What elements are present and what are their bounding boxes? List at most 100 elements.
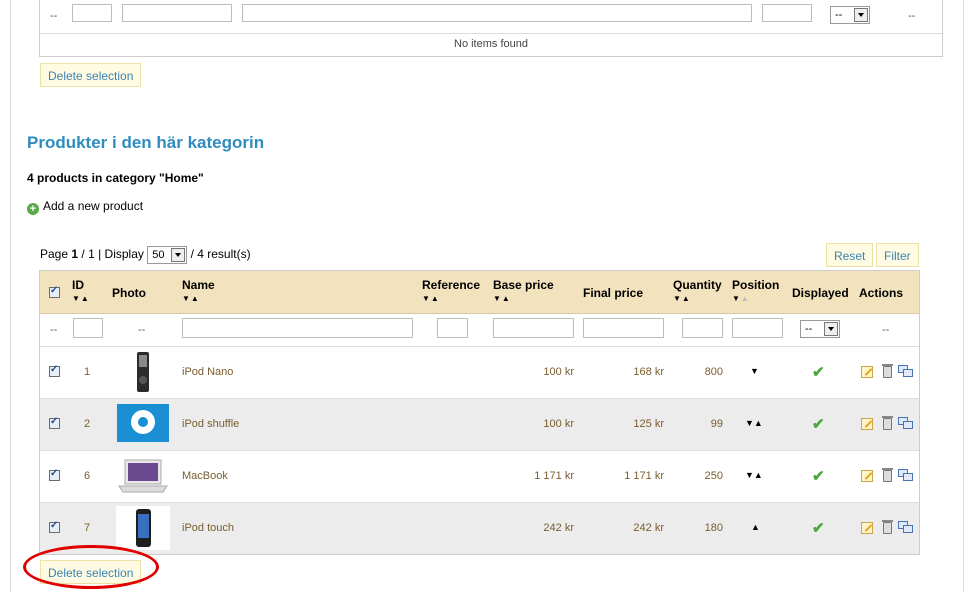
duplicate-icon[interactable] bbox=[898, 365, 913, 377]
column-displayed: Displayed bbox=[792, 286, 849, 300]
filter-reference-input[interactable] bbox=[437, 318, 468, 338]
product-quantity: 99 bbox=[710, 418, 723, 430]
sort-reference-arrows[interactable]: ▼▲ bbox=[422, 294, 440, 303]
delete-selection-button-top[interactable]: Delete selection bbox=[40, 63, 142, 87]
per-page-value: 50 bbox=[152, 249, 165, 261]
check-icon[interactable]: ✔ bbox=[812, 467, 825, 485]
filter-dash: -- bbox=[908, 10, 916, 22]
row-checkbox[interactable] bbox=[49, 468, 60, 481]
highlight-circle bbox=[23, 545, 159, 589]
edit-icon[interactable] bbox=[861, 418, 873, 430]
per-page-select[interactable]: 50 bbox=[147, 246, 188, 264]
product-photo-ipod-nano bbox=[137, 352, 149, 392]
filter-displayed-value: -- bbox=[805, 323, 813, 335]
product-photo-ipod-touch bbox=[116, 506, 170, 550]
trash-icon[interactable] bbox=[882, 364, 893, 378]
product-final-price: 168 kr bbox=[633, 366, 664, 378]
product-photo-macbook bbox=[118, 459, 168, 493]
product-name-link[interactable]: iPod shuffle bbox=[182, 418, 239, 430]
add-product-link[interactable]: + Add a new product bbox=[27, 199, 143, 215]
table-row[interactable]: 1 iPod Nano 100 kr 168 kr 800 ▼ ✔ bbox=[40, 347, 919, 399]
product-name-link[interactable]: MacBook bbox=[182, 470, 228, 482]
filter-name-input[interactable] bbox=[182, 318, 413, 338]
product-base-price: 100 kr bbox=[543, 418, 574, 430]
table-row[interactable]: 6 MacBook 1 171 kr 1 171 kr 250 ▼▲ ✔ bbox=[40, 451, 919, 503]
section-title: Produkter i den här kategorin bbox=[27, 133, 265, 152]
position-arrows[interactable]: ▼ bbox=[750, 366, 759, 376]
page-label: Page bbox=[40, 247, 69, 262]
check-icon[interactable]: ✔ bbox=[812, 363, 825, 381]
filter-base-price-input[interactable] bbox=[493, 318, 574, 338]
edit-icon[interactable] bbox=[861, 470, 873, 482]
page-current: 1 bbox=[71, 247, 79, 262]
product-base-price: 242 kr bbox=[543, 522, 574, 534]
filter-button[interactable]: Filter bbox=[876, 243, 919, 267]
filter-position-input[interactable] bbox=[732, 318, 783, 338]
filter-dash: -- bbox=[50, 10, 58, 22]
filter-status-select[interactable]: -- bbox=[830, 6, 870, 24]
filter-displayed-select[interactable]: -- bbox=[800, 320, 840, 338]
column-name: Name bbox=[182, 278, 215, 292]
product-final-price: 1 171 kr bbox=[624, 470, 664, 482]
trash-icon[interactable] bbox=[882, 468, 893, 482]
table-row[interactable]: 2 iPod shuffle 100 kr 125 kr 99 ▼▲ ✔ bbox=[40, 399, 919, 451]
product-base-price: 1 171 kr bbox=[534, 470, 574, 482]
check-icon[interactable]: ✔ bbox=[812, 415, 825, 433]
position-arrows[interactable]: ▼▲ bbox=[745, 418, 763, 428]
product-name-link[interactable]: iPod Nano bbox=[182, 366, 233, 378]
filter-id-input[interactable] bbox=[73, 318, 103, 338]
product-id: 7 bbox=[84, 522, 91, 534]
sort-name-arrows[interactable]: ▼▲ bbox=[182, 294, 200, 303]
edit-icon[interactable] bbox=[861, 522, 873, 534]
filter-quantity-input[interactable] bbox=[682, 318, 723, 338]
duplicate-icon[interactable] bbox=[898, 417, 913, 429]
table-row[interactable]: 7 iPod touch 242 kr 242 kr 180 ▲ ✔ bbox=[40, 503, 919, 554]
product-count: 4 products in category "Home" bbox=[27, 171, 204, 185]
sort-quantity-arrows[interactable]: ▼▲ bbox=[673, 294, 691, 303]
trash-icon[interactable] bbox=[882, 520, 893, 534]
column-actions: Actions bbox=[859, 286, 904, 300]
accessories-table: -- -- -- No items found bbox=[39, 0, 943, 57]
filter-dash: -- bbox=[138, 324, 146, 336]
product-quantity: 250 bbox=[704, 470, 723, 482]
column-position: Position bbox=[732, 278, 780, 292]
chevron-down-icon bbox=[824, 322, 838, 336]
filter-id-input[interactable] bbox=[72, 4, 112, 22]
reset-button[interactable]: Reset bbox=[826, 243, 874, 267]
product-id: 1 bbox=[84, 366, 91, 378]
filter-final-price-input[interactable] bbox=[583, 318, 664, 338]
position-arrows[interactable]: ▼▲ bbox=[745, 470, 763, 480]
chevron-down-icon bbox=[171, 248, 186, 262]
row-checkbox[interactable] bbox=[49, 416, 60, 429]
table-header: ID ▼▲ Photo Name ▼▲ Reference ▼▲ Base pr… bbox=[40, 271, 919, 314]
row-checkbox[interactable] bbox=[49, 520, 60, 533]
trash-icon[interactable] bbox=[882, 416, 893, 430]
sort-position-arrows[interactable]: ▼▲ bbox=[732, 294, 750, 303]
product-quantity: 800 bbox=[704, 366, 723, 378]
filter-row: -- -- -- -- bbox=[40, 314, 919, 347]
row-checkbox[interactable] bbox=[49, 364, 60, 377]
duplicate-icon[interactable] bbox=[898, 469, 913, 481]
filter-name-input[interactable] bbox=[122, 4, 232, 22]
duplicate-icon[interactable] bbox=[898, 521, 913, 533]
filter-status-value: -- bbox=[835, 9, 843, 21]
chevron-down-icon bbox=[854, 8, 868, 22]
check-icon[interactable]: ✔ bbox=[812, 519, 825, 537]
product-final-price: 242 kr bbox=[633, 522, 664, 534]
filter-quantity-input[interactable] bbox=[762, 4, 812, 22]
result-count: / 4 result(s) bbox=[190, 247, 251, 262]
accessories-filter-row: -- -- -- bbox=[40, 0, 942, 34]
column-quantity: Quantity bbox=[673, 278, 722, 292]
edit-icon[interactable] bbox=[861, 366, 873, 378]
filter-dash: -- bbox=[50, 324, 58, 336]
empty-message: No items found bbox=[454, 38, 528, 50]
filter-description-input[interactable] bbox=[242, 4, 752, 22]
product-name-link[interactable]: iPod touch bbox=[182, 522, 234, 534]
column-final-price: Final price bbox=[583, 286, 644, 300]
product-final-price: 125 kr bbox=[633, 418, 664, 430]
select-all-checkbox[interactable] bbox=[49, 285, 60, 298]
sort-base-price-arrows[interactable]: ▼▲ bbox=[493, 294, 511, 303]
position-arrows[interactable]: ▲ bbox=[751, 522, 760, 532]
sort-id-arrows[interactable]: ▼▲ bbox=[72, 294, 90, 303]
product-id: 2 bbox=[84, 418, 91, 430]
